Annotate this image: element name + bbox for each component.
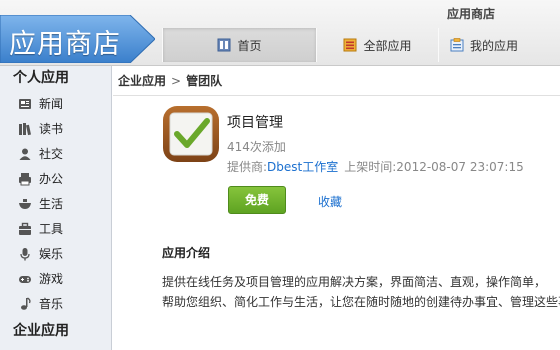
life-icon [19,198,31,209]
app-icon [161,104,221,164]
app-meta: 提供商:Dbest工作室 上架时间:2012-08-07 23:07:15 [227,158,524,175]
sidebar-item-office[interactable]: 办公 [0,166,111,191]
favorite-link[interactable]: 收藏 [318,193,342,210]
my-apps-icon [450,38,464,52]
sidebar-item-label: 社交 [39,147,64,161]
sidebar-item-label: 新闻 [39,97,64,111]
sidebar-item-music[interactable]: 音乐 [0,291,111,316]
app-install-count: 414次添加 [227,140,286,154]
all-apps-icon [343,38,357,52]
sidebar-header-enterprise[interactable]: 企业应用 [0,319,111,344]
sidebar-item-label: 游戏 [39,272,64,286]
tab-home-label: 首页 [237,38,262,53]
date-label: 上架时间: [344,160,397,174]
tab-my-apps-label: 我的应用 [470,38,519,53]
free-install-button[interactable]: 免费 [228,186,286,214]
entertainment-icon [20,247,30,260]
intro-text: 提供在线任务及项目管理的应用解决方案，界面简洁、直观，操作简单， 帮助您组织、简… [162,272,560,312]
main-nav: 首页 全部应用 我的应用 [162,28,559,62]
sidebar-item-label: 工具 [39,222,64,236]
provider-label: 提供商: [227,160,268,174]
sidebar-item-social[interactable]: 社交 [0,141,111,166]
store-logo[interactable]: 应用商店 [0,15,155,63]
breadcrumb: 企业应用 > 管团队 [113,66,560,96]
book-icon [19,122,31,135]
music-icon [21,296,31,310]
sidebar-item-label: 办公 [39,172,64,186]
sidebar-item-games[interactable]: 游戏 [0,266,111,291]
top-bar: 应用商店 应用商店 首页 全部应用 我的应用 [0,0,560,66]
tools-icon [19,222,31,235]
sidebar-item-news[interactable]: 新闻 [0,91,111,116]
sidebar-item-books[interactable]: 读书 [0,116,111,141]
sidebar-item-label: 生活 [39,197,64,211]
gamepad-icon [19,275,31,283]
intro-line: 帮助您组织、简化工作与生活，让您在随时随地的创建待办事宜、管理这些事 [162,295,560,309]
sidebar-header-personal: 个人应用 [13,70,69,86]
main-content: 企业应用 > 管团队 项目管理 414次添加 提供商:Dbest工作室 上架时间:20… [113,66,560,350]
tab-home[interactable]: 首页 [163,28,316,62]
sidebar-item-entertainment[interactable]: 娱乐 [0,241,111,266]
news-icon [19,98,31,109]
sidebar-item-label: 娱乐 [39,247,64,261]
window-title: 应用商店 [447,7,496,21]
publish-date: 2012-08-07 23:07:15 [396,160,524,174]
tab-all-apps-label: 全部应用 [363,38,412,53]
social-icon [19,148,31,160]
sidebar-item-life[interactable]: 生活 [0,191,111,216]
tab-all-apps[interactable]: 全部应用 [317,28,438,62]
app-name: 项目管理 [227,115,283,131]
tab-my-apps[interactable]: 我的应用 [439,28,559,62]
intro-title: 应用介绍 [162,246,211,260]
logo-text: 应用商店 [9,29,121,60]
sidebar-item-label: 音乐 [39,297,64,311]
provider-link[interactable]: Dbest工作室 [267,160,338,174]
printer-icon [19,172,31,185]
intro-line: 提供在线任务及项目管理的应用解决方案，界面简洁、直观，操作简单， [162,275,547,289]
breadcrumb-current: 管团队 [186,74,223,88]
sidebar: 个人应用 新闻 读书 社交 办公 生活 工具 娱乐 游戏 音乐 企业应用 [0,66,112,350]
checkmark-app-icon [163,106,219,162]
home-icon [217,38,231,52]
breadcrumb-parent[interactable]: 企业应用 [118,74,166,88]
breadcrumb-separator: > [171,74,182,88]
sidebar-item-label: 读书 [39,122,64,136]
sidebar-item-tools[interactable]: 工具 [0,216,111,241]
